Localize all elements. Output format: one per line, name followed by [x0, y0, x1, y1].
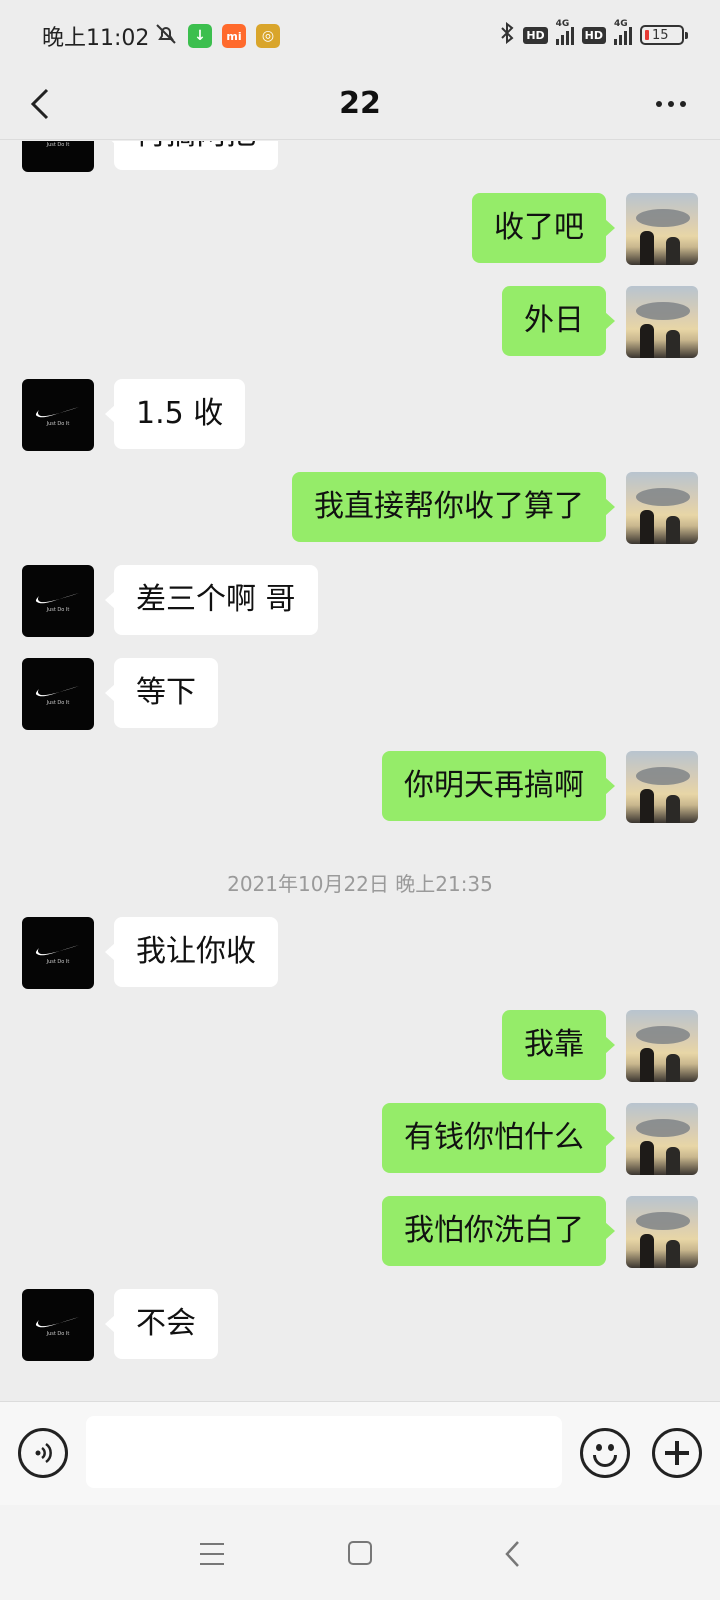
- more-button[interactable]: [648, 88, 694, 120]
- self-avatar[interactable]: [626, 1010, 698, 1082]
- message-incoming: Just Do It 再搞两把: [22, 141, 278, 172]
- plus-button[interactable]: [652, 1428, 702, 1478]
- chat-header: 22: [0, 68, 720, 140]
- game-app-icon: ◎: [256, 24, 280, 48]
- nike-swoosh-icon: [35, 406, 79, 417]
- message-bubble[interactable]: 我怕你洗白了: [382, 1196, 615, 1266]
- contact-avatar[interactable]: Just Do It: [22, 1289, 94, 1361]
- status-bar: 晚上11:02 ↓ mi ◎ HD 4G HD 4G 15: [0, 0, 720, 68]
- message-outgoing: 收了吧: [472, 193, 698, 265]
- emoji-button[interactable]: [580, 1428, 630, 1478]
- message-incoming: Just Do It 差三个啊 哥: [22, 565, 318, 637]
- message-outgoing: 我靠: [502, 1010, 698, 1082]
- nike-caption: Just Do It: [46, 141, 70, 148]
- timestamp-separator: 2021年10月22日 晚上21:35: [227, 872, 493, 896]
- message-outgoing: 你明天再搞啊: [382, 751, 698, 823]
- message-bubble[interactable]: 等下: [105, 658, 218, 728]
- voice-icon: [35, 1442, 52, 1464]
- self-avatar[interactable]: [626, 286, 698, 358]
- message-bubble[interactable]: 不会: [105, 1289, 218, 1359]
- message-bubble[interactable]: 你明天再搞啊: [382, 751, 615, 821]
- nike-caption: Just Do It: [46, 1330, 70, 1337]
- message-outgoing: 外日: [502, 286, 698, 358]
- message-input[interactable]: [86, 1416, 562, 1488]
- status-time: 晚上11:02: [42, 26, 150, 51]
- message-incoming: Just Do It 我让你收: [22, 917, 278, 989]
- message-bubble[interactable]: 我靠: [502, 1010, 615, 1080]
- contact-avatar[interactable]: Just Do It: [22, 565, 94, 637]
- contact-avatar[interactable]: Just Do It: [22, 917, 94, 989]
- hd-badge-2: HD: [581, 26, 606, 44]
- download-icon: ↓: [188, 24, 212, 48]
- mute-bell-icon: [154, 22, 178, 50]
- nike-caption: Just Do It: [46, 420, 70, 427]
- input-bar: [0, 1401, 720, 1505]
- message-incoming: Just Do It 1.5 收: [22, 379, 246, 451]
- status-system-icons: HD 4G HD 4G 15: [499, 19, 688, 48]
- network-type-label-2: 4G: [614, 19, 628, 29]
- message-incoming: Just Do It 不会: [22, 1289, 218, 1361]
- voice-button[interactable]: [18, 1428, 68, 1478]
- contact-avatar[interactable]: Just Do It: [22, 141, 94, 172]
- message-bubble[interactable]: 差三个啊 哥: [105, 565, 318, 635]
- more-dots-icon: [656, 101, 662, 107]
- hd-badge: HD: [523, 26, 548, 44]
- self-avatar[interactable]: [626, 193, 698, 265]
- menu-icon[interactable]: [200, 1543, 224, 1565]
- message-bubble[interactable]: 我让你收: [105, 917, 278, 987]
- nike-swoosh-icon: [35, 685, 79, 696]
- message-outgoing: 我直接帮你收了算了: [292, 472, 698, 544]
- nike-swoosh-icon: [35, 592, 79, 603]
- back-icon[interactable]: [500, 1539, 526, 1569]
- signal-strength-icon: 4G: [555, 19, 574, 45]
- contact-avatar[interactable]: Just Do It: [22, 658, 94, 730]
- message-bubble[interactable]: 我直接帮你收了算了: [292, 472, 615, 542]
- status-notification-icons: ↓ mi ◎: [154, 22, 280, 50]
- message-bubble[interactable]: 有钱你怕什么: [382, 1103, 615, 1173]
- nike-caption: Just Do It: [46, 958, 70, 965]
- message-bubble[interactable]: 外日: [502, 286, 615, 356]
- self-avatar[interactable]: [626, 1196, 698, 1268]
- message-incoming: Just Do It 等下: [22, 658, 218, 730]
- mi-app-icon: mi: [222, 24, 246, 48]
- contact-avatar[interactable]: Just Do It: [22, 379, 94, 451]
- nike-caption: Just Do It: [46, 606, 70, 613]
- message-list[interactable]: Just Do It 再搞两把 收了吧 外日 Just Do It 1.5 收 …: [0, 141, 720, 1401]
- message-bubble[interactable]: 1.5 收: [104, 379, 246, 449]
- system-navigation-bar: [0, 1505, 720, 1600]
- message-outgoing: 有钱你怕什么: [382, 1103, 698, 1175]
- nike-caption: Just Do It: [46, 699, 70, 706]
- message-outgoing: 我怕你洗白了: [382, 1196, 698, 1268]
- nike-swoosh-icon: [35, 944, 79, 955]
- network-type-label: 4G: [555, 19, 570, 29]
- self-avatar[interactable]: [626, 472, 698, 544]
- self-avatar[interactable]: [626, 1103, 698, 1175]
- battery-indicator: 15: [640, 25, 688, 45]
- nike-swoosh-icon: [35, 1316, 79, 1327]
- message-bubble[interactable]: 再搞两把: [105, 141, 278, 170]
- home-icon[interactable]: [348, 1541, 372, 1565]
- self-avatar[interactable]: [626, 751, 698, 823]
- chat-title: 22: [339, 86, 381, 121]
- message-bubble[interactable]: 收了吧: [472, 193, 615, 263]
- bluetooth-icon: [499, 21, 515, 48]
- signal-strength-icon-2: 4G: [614, 19, 632, 45]
